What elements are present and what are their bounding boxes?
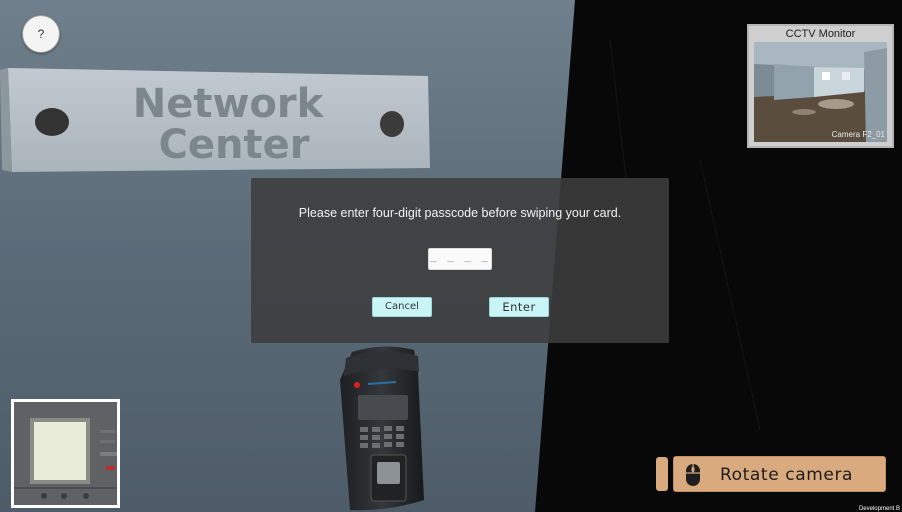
rotate-camera-hint[interactable]: Rotate camera: [656, 456, 886, 492]
sign-line-1: Network: [133, 81, 325, 127]
cancel-button[interactable]: Cancel: [372, 297, 432, 317]
mouse-icon: [686, 464, 700, 486]
minimap-image: [14, 402, 117, 505]
rotate-camera-box[interactable]: Rotate camera: [673, 456, 886, 492]
status-led: [354, 382, 360, 388]
network-center-sign: Network Center: [0, 68, 430, 172]
reader-display: [358, 395, 408, 420]
minimap[interactable]: [11, 399, 120, 508]
camera-label: Camera F2_01: [831, 130, 885, 139]
cctv-title: CCTV Monitor: [785, 28, 856, 40]
sign-line-2: Center: [159, 122, 310, 168]
cctv-feed-image: [754, 42, 887, 142]
rotate-camera-label: Rotate camera: [720, 465, 854, 485]
cctv-monitor[interactable]: CCTV Monitor Camera F2_01: [747, 24, 894, 148]
development-build-watermark: Development B: [858, 506, 900, 512]
passcode-message: Please enter four-digit passcode before …: [298, 206, 622, 220]
card-reader[interactable]: [340, 346, 424, 511]
passcode-input[interactable]: _ _ _ _: [428, 248, 492, 270]
cctv-feed: Camera F2_01: [754, 42, 887, 142]
help-label: ?: [37, 27, 45, 41]
passcode-dialog: Please enter four-digit passcode before …: [251, 178, 669, 343]
enter-button[interactable]: Enter: [489, 297, 549, 317]
player-marker: [106, 466, 115, 470]
help-button[interactable]: ?: [22, 15, 60, 53]
hint-tab: [656, 457, 668, 491]
